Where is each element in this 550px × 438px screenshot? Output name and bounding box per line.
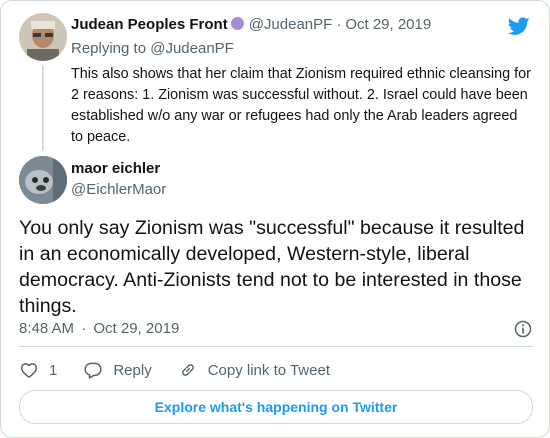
copy-link-label: Copy link to Tweet <box>207 361 330 379</box>
copy-link-button[interactable]: Copy link to Tweet <box>178 360 330 380</box>
like-button[interactable]: 1 <box>19 360 57 380</box>
explore-twitter-button[interactable]: Explore what's happening on Twitter <box>19 390 533 424</box>
reply-bubble-icon <box>84 362 102 379</box>
reply-label: Reply <box>113 361 152 379</box>
parent-tweet-date[interactable]: Oct 29, 2019 <box>345 16 431 33</box>
parent-author-name[interactable]: Judean Peoples Front <box>71 16 228 33</box>
link-icon <box>181 364 194 376</box>
main-author-name[interactable]: maor eichler <box>71 160 160 177</box>
actions-divider <box>19 346 533 347</box>
verified-badge-icon <box>230 17 244 30</box>
parent-author-header: Judean Peoples Front @JudeanPF · Oct 29, 20… <box>71 16 431 33</box>
parent-tweet-text: This also shows that her claim that Zion… <box>71 66 531 145</box>
replying-to-handle-link[interactable]: @JudeanPF <box>150 40 234 57</box>
tweet-timestamp[interactable]: 8:48 AM · Oct 29, 2019 <box>19 320 179 337</box>
main-tweet-text: You only say Zionism was "successful" be… <box>19 217 525 317</box>
embedded-tweet-card: Judean Peoples Front @JudeanPF · Oct 29, 20… <box>0 0 550 438</box>
tweet-time[interactable]: 8:48 AM <box>19 320 74 337</box>
reply-button[interactable]: Reply <box>83 360 152 380</box>
main-author-avatar[interactable] <box>19 156 67 204</box>
thread-connector-line <box>42 65 44 151</box>
main-author-handle[interactable]: @EichlerMaor <box>71 181 166 198</box>
info-icon[interactable] <box>513 319 533 339</box>
tweet-date[interactable]: Oct 29, 2019 <box>93 320 179 337</box>
twitter-bird-icon[interactable] <box>507 15 531 37</box>
heart-icon <box>20 363 38 378</box>
parent-author-handle[interactable]: @JudeanPF <box>249 16 333 33</box>
like-count: 1 <box>49 361 58 379</box>
explore-button-label: Explore what's happening on Twitter <box>154 399 398 415</box>
timestamp-separator: · <box>81 320 87 337</box>
tweet-actions-bar: 1 Reply Copy link to Tweet <box>19 359 356 381</box>
replying-to-line: Replying to @JudeanPF <box>71 40 234 57</box>
parent-author-avatar[interactable] <box>19 13 67 61</box>
replying-to-prefix: Replying to <box>71 40 151 57</box>
header-separator: · <box>336 16 342 33</box>
